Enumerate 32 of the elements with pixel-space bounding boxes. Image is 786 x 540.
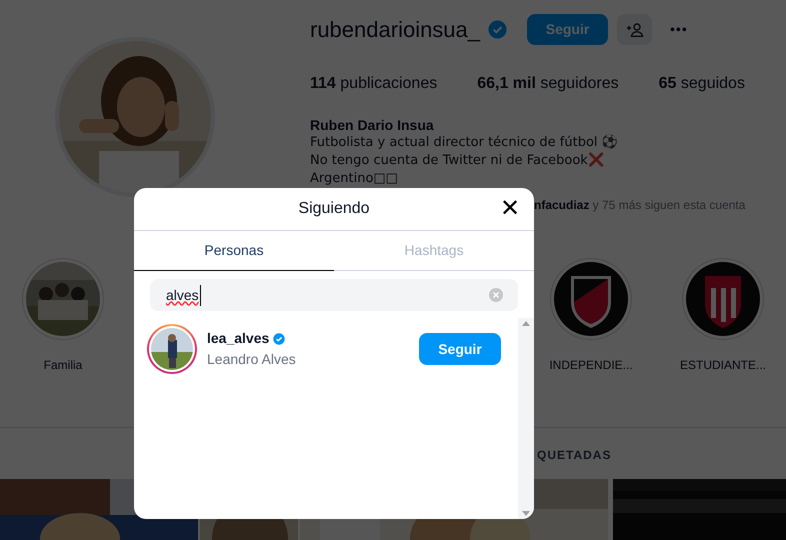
verified-icon	[273, 332, 286, 344]
stat-count[interactable]: 65 seguidos	[658, 72, 745, 96]
scroll-up-icon[interactable]	[522, 321, 530, 326]
search-text: alves	[166, 284, 201, 306]
bio-line: No tengo cuenta de Twitter ni de Facebook❌	[310, 152, 605, 170]
bio-line: Futbolista y actual director técnico de fútbol ⚽	[310, 134, 619, 152]
search-field[interactable]: alves	[150, 279, 518, 311]
dialog-title: Siguiendo	[298, 199, 370, 219]
suggest-button[interactable]	[617, 14, 652, 45]
bio-line: Argentino□□	[310, 170, 399, 188]
highlight-label[interactable]: INDEPENDIE...	[549, 356, 633, 374]
follow-button[interactable]: Seguir	[419, 333, 501, 365]
highlight-label[interactable]: Familia	[44, 356, 82, 374]
scroll-down-icon[interactable]	[522, 511, 530, 516]
result-fullname: Leandro Alves	[207, 350, 297, 369]
more-button[interactable]: •••	[670, 19, 688, 40]
highlight-label[interactable]: ESTUDIANTE...	[680, 356, 766, 374]
clear-icon[interactable]	[489, 288, 503, 302]
verified-icon	[488, 20, 508, 39]
add-person-icon	[626, 22, 644, 36]
user-avatar[interactable]	[147, 324, 197, 374]
dialog-tab[interactable]: Hashtags	[334, 231, 534, 271]
stat-count[interactable]: 66,1 mil seguidores	[477, 72, 619, 96]
scrollbar[interactable]	[518, 318, 534, 519]
profile-tab[interactable]: QUETADAS	[537, 446, 612, 464]
profile-name: Ruben Dario Insua	[310, 116, 435, 134]
result-username[interactable]: lea_alves	[207, 328, 270, 349]
stat-count[interactable]: 114 publicaciones	[310, 72, 438, 96]
dialog-tab[interactable]: Personas	[134, 231, 334, 271]
close-button[interactable]: ✕	[500, 195, 520, 223]
username: rubendarioinsua_	[310, 16, 480, 44]
follow-button[interactable]: Seguir	[527, 14, 608, 45]
